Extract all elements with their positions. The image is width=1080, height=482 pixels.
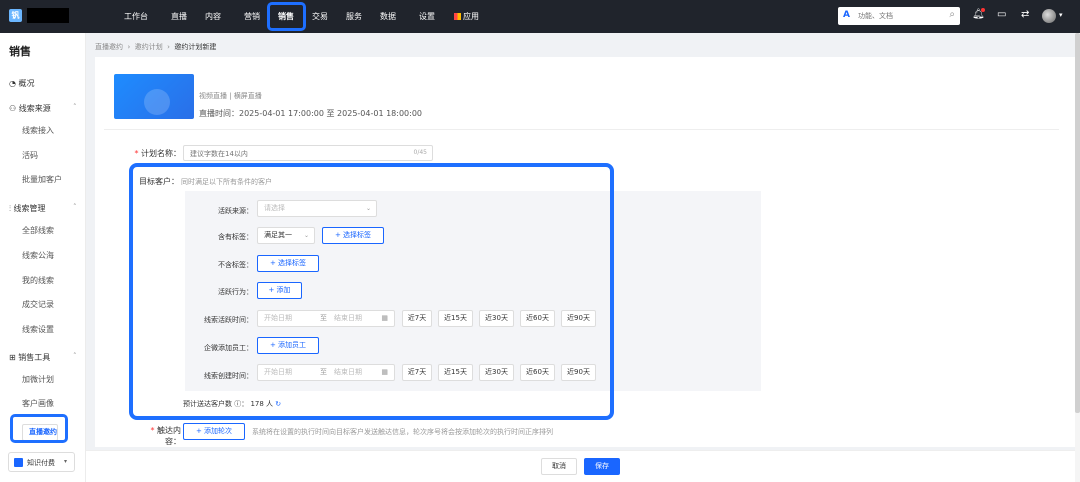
touch-hint: 系统将在设置的执行时间向目标客户发送触达信息，轮次序号将会按添加轮次的执行时间正… <box>252 428 553 436</box>
chevron-down-icon[interactable]: ▾ <box>1059 11 1063 19</box>
apps-icon <box>454 13 461 20</box>
notification-dot <box>981 8 985 12</box>
avatar[interactable] <box>1042 9 1056 23</box>
breadcrumb-item[interactable]: 直播邀约 <box>95 43 123 51</box>
knowledge-label: 知识付费 <box>27 459 55 467</box>
sidebar-section-label: 线索来源 <box>18 104 51 113</box>
char-count: 0/45 <box>413 149 427 156</box>
sidebar-item-lead-pool[interactable]: 线索公海 <box>22 250 54 261</box>
sidebar-item-my-leads[interactable]: 我的线索 <box>22 275 54 286</box>
chevron-up-icon: ˄ <box>73 103 77 111</box>
chevron-up-icon: ˄ <box>73 203 77 211</box>
grid-icon: ⊞ <box>9 353 19 362</box>
nav-apps[interactable]: 应用 <box>454 0 479 33</box>
sidebar-title: 销售 <box>9 45 31 58</box>
breadcrumb-item[interactable]: 邀约计划 <box>135 43 163 51</box>
breadcrumb: 直播邀约 › 邀约计划 › 邀约计划新建 <box>95 43 217 51</box>
sidebar-item-batch-add[interactable]: 批量加客户 <box>22 174 62 185</box>
nav-content[interactable]: 内容 <box>205 0 221 33</box>
sidebar-item-all-leads[interactable]: 全部线索 <box>22 225 54 236</box>
sidebar-section-lead-source[interactable]: ⚇ 线索来源 ˄ <box>9 103 77 114</box>
sidebar-section-label: 销售工具 <box>18 353 51 362</box>
sidebar-item-customer-profile[interactable]: 客户画像 <box>22 398 54 409</box>
nav-settings[interactable]: 设置 <box>419 0 435 33</box>
save-button[interactable]: 保存 <box>584 458 620 475</box>
nav-data[interactable]: 数据 <box>380 0 396 33</box>
nav-live[interactable]: 直播 <box>171 0 187 33</box>
sidebar-section-sales-tools[interactable]: ⊞ 销售工具 ˄ <box>9 352 77 363</box>
scrollbar-thumb[interactable] <box>1075 33 1080 413</box>
sidebar-item-deals[interactable]: 成交记录 <box>22 299 54 310</box>
live-time: 直播时间：2025-04-01 17:00:00 至 2025-04-01 18… <box>199 109 423 118</box>
target-customer-highlight <box>129 163 614 420</box>
sidebar-section-lead-management[interactable]: ⫶ 线索管理 ˄ <box>9 203 77 214</box>
add-round-button[interactable]: + 添加轮次 <box>183 423 245 440</box>
sidebar-item-label: 概况 <box>18 79 35 88</box>
top-navigation-bar: 钒 工作台 直播 内容 营销 销售 交易 服务 数据 设置 应用 A ⌕ 🔔︎ … <box>0 0 1080 33</box>
sidebar: 销售 ◔ 概况 ⚇ 线索来源 ˄ 线索接入 活码 批量加客户 ⫶ 线索管理 ˄ 全部… <box>0 33 86 482</box>
sidebar-selected-highlight <box>10 414 68 443</box>
search-icon[interactable]: ⌕ <box>949 9 955 20</box>
sidebar-item-overview[interactable]: ◔ 概况 <box>9 78 35 89</box>
breadcrumb-current: 邀约计划新建 <box>174 43 217 51</box>
cancel-button[interactable]: 取消 <box>541 458 577 475</box>
user-icon: ⚇ <box>9 104 19 113</box>
sidebar-section-label: 线索管理 <box>13 204 46 213</box>
chevron-down-icon: ▾ <box>64 458 68 465</box>
sidebar-item-lead-access[interactable]: 线索接入 <box>22 125 54 136</box>
knowledge-paid-switcher[interactable]: 知识付费 ▾ <box>8 452 75 472</box>
brand-name-redacted <box>27 8 69 23</box>
plan-name-input[interactable] <box>190 148 390 159</box>
live-type: 视频直播 | 横屏直播 <box>199 92 262 100</box>
sidebar-item-add-wechat-plan[interactable]: 加微计划 <box>22 374 54 385</box>
nav-trade[interactable]: 交易 <box>312 0 328 33</box>
footer-bar: 取消 保存 <box>86 450 1080 482</box>
global-search[interactable]: A ⌕ <box>838 7 960 25</box>
nav-marketing[interactable]: 营销 <box>244 0 260 33</box>
sales-nav-highlight <box>267 2 306 31</box>
app-logo[interactable]: 钒 <box>9 9 22 22</box>
book-icon <box>14 458 23 467</box>
nav-workbench[interactable]: 工作台 <box>124 0 148 33</box>
dashboard-icon: ◔ <box>9 79 19 88</box>
swap-icon[interactable]: ⇄ <box>1021 9 1029 20</box>
sidebar-item-live-code[interactable]: 活码 <box>22 150 38 161</box>
plan-name-label: * 计划名称： <box>134 149 181 158</box>
nav-apps-label: 应用 <box>463 12 479 21</box>
plan-name-field[interactable]: 0/45 <box>183 145 433 161</box>
inbox-icon[interactable]: ▭ <box>997 9 1006 20</box>
sidebar-item-lead-settings[interactable]: 线索设置 <box>22 324 54 335</box>
chevron-up-icon: ˄ <box>73 352 77 360</box>
search-brand-icon: A <box>843 10 850 20</box>
touch-content-label: * 触达内容： <box>150 426 181 446</box>
divider <box>104 129 1059 130</box>
live-cover-image <box>114 74 194 119</box>
nav-service[interactable]: 服务 <box>346 0 362 33</box>
search-input[interactable] <box>858 9 938 23</box>
